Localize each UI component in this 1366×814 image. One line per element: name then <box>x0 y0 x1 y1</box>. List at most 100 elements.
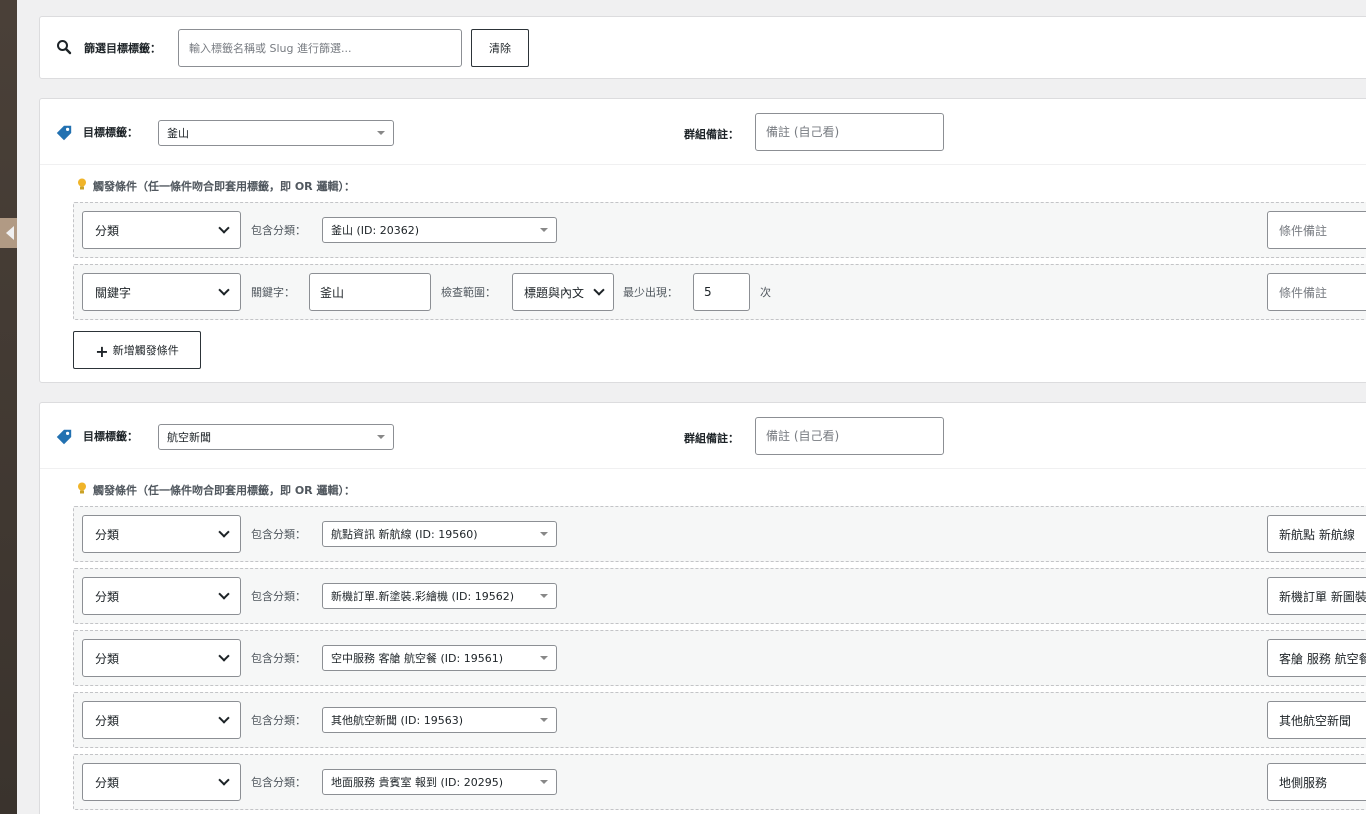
condition-note-input[interactable]: 條件備註 <box>1267 211 1366 249</box>
group-note-label: 群組備註： <box>684 128 739 141</box>
dropdown-arrow-icon <box>377 435 385 439</box>
condition-type-select[interactable]: 分類 <box>82 701 241 739</box>
condition-note-input[interactable]: 其他航空新聞 <box>1267 701 1366 739</box>
category-value: 其他航空新聞 (ID: 19563) <box>331 714 463 727</box>
condition-type-value: 分類 <box>95 223 120 238</box>
category-select[interactable]: 釜山 (ID: 20362) <box>322 217 557 243</box>
min-occurrence-input[interactable]: 5 <box>693 273 750 311</box>
category-select[interactable]: 其他航空新聞 (ID: 19563) <box>322 707 557 733</box>
include-category-label: 包含分類： <box>251 224 306 237</box>
condition-row: 分類 包含分類： 其他航空新聞 (ID: 19563) 其他航空新聞 <box>73 692 1366 748</box>
search-icon <box>57 40 72 55</box>
condition-type-select[interactable]: 分類 <box>82 515 241 553</box>
condition-note-input[interactable]: 新機訂單 新圖裝 <box>1267 577 1366 615</box>
target-tag-select[interactable]: 航空新聞 <box>158 424 394 450</box>
condition-type-value: 分類 <box>95 713 120 728</box>
condition-row: 分類 包含分類： 航點資訊 新航線 (ID: 19560) 新航點 新航線 <box>73 506 1366 562</box>
rule-group: 目標標籤： 釜山 群組備註： 觸發條件（任一條件吻合即套用標籤，即 OR 邏輯）… <box>39 98 1366 383</box>
target-tag-value: 航空新聞 <box>167 431 211 444</box>
scope-select[interactable]: 標題與內文 <box>512 273 614 311</box>
condition-row: 分類 包含分類： 釜山 (ID: 20362) 條件備註 <box>73 202 1366 258</box>
target-tag-label: 目標標籤： <box>83 126 138 139</box>
group-note-input[interactable] <box>755 417 944 455</box>
plus-icon: + <box>95 342 109 361</box>
include-category-label: 包含分類： <box>251 652 306 665</box>
chevron-down-icon <box>218 222 230 234</box>
target-tag-value: 釜山 <box>167 127 189 140</box>
category-value: 航點資訊 新航線 (ID: 19560) <box>331 528 478 541</box>
condition-type-value: 分類 <box>95 651 120 666</box>
condition-note-input[interactable]: 條件備註 <box>1267 273 1366 311</box>
condition-type-value: 分類 <box>95 775 120 790</box>
divider <box>40 164 1366 165</box>
times-label: 次 <box>760 286 771 299</box>
chevron-down-icon <box>218 526 230 538</box>
category-value: 新機訂單.新塗裝.彩繪機 (ID: 19562) <box>331 590 514 603</box>
scope-value: 標題與內文 <box>524 285 585 300</box>
category-value: 空中服務 客艙 航空餐 (ID: 19561) <box>331 652 503 665</box>
condition-type-select[interactable]: 分類 <box>82 639 241 677</box>
condition-type-select[interactable]: 分類 <box>82 211 241 249</box>
divider <box>40 468 1366 469</box>
condition-type-value: 關鍵字 <box>95 285 132 300</box>
dropdown-arrow-icon <box>540 594 548 598</box>
chevron-down-icon <box>593 284 605 296</box>
condition-note-input[interactable]: 客艙 服務 航空餐 <box>1267 639 1366 677</box>
chevron-down-icon <box>218 650 230 662</box>
dropdown-arrow-icon <box>540 228 548 232</box>
scope-label: 檢查範圍： <box>441 286 496 299</box>
clear-button[interactable]: 清除 <box>471 29 529 67</box>
filter-panel: 篩選目標標籤： 清除 <box>39 16 1366 79</box>
group-note-input[interactable] <box>755 113 944 151</box>
category-value: 地面服務 貴賓室 報到 (ID: 20295) <box>331 776 503 789</box>
condition-note-input[interactable]: 地側服務 <box>1267 763 1366 801</box>
add-condition-button[interactable]: + 新增觸發條件 <box>73 331 201 369</box>
chevron-down-icon <box>218 712 230 724</box>
condition-row: 分類 包含分類： 地面服務 貴賓室 報到 (ID: 20295) 地側服務 <box>73 754 1366 810</box>
include-category-label: 包含分類： <box>251 776 306 789</box>
dropdown-arrow-icon <box>540 780 548 784</box>
dropdown-arrow-icon <box>377 131 385 135</box>
tag-filter-input[interactable] <box>178 29 462 67</box>
tag-icon <box>56 429 72 445</box>
condition-row: 分類 包含分類： 空中服務 客艙 航空餐 (ID: 19561) 客艙 服務 航… <box>73 630 1366 686</box>
lightbulb-icon <box>78 178 86 190</box>
category-select[interactable]: 新機訂單.新塗裝.彩繪機 (ID: 19562) <box>322 583 557 609</box>
category-select[interactable]: 空中服務 客艙 航空餐 (ID: 19561) <box>322 645 557 671</box>
condition-type-select[interactable]: 分類 <box>82 763 241 801</box>
group-note-label: 群組備註： <box>684 432 739 445</box>
tag-icon <box>56 125 72 141</box>
sidebar-collapse-indicator <box>0 218 17 248</box>
admin-sidebar <box>0 0 17 814</box>
condition-type-value: 分類 <box>95 527 120 542</box>
category-select[interactable]: 地面服務 貴賓室 報到 (ID: 20295) <box>322 769 557 795</box>
condition-note-input[interactable]: 新航點 新航線 <box>1267 515 1366 553</box>
trigger-heading: 觸發條件（任一條件吻合即套用標籤，即 OR 邏輯）： <box>93 484 355 497</box>
lightbulb-icon <box>78 482 86 494</box>
include-category-label: 包含分類： <box>251 528 306 541</box>
filter-label: 篩選目標標籤： <box>84 42 161 55</box>
include-category-label: 包含分類： <box>251 590 306 603</box>
category-value: 釜山 (ID: 20362) <box>331 224 419 237</box>
rule-group: 目標標籤： 航空新聞 群組備註： 觸發條件（任一條件吻合即套用標籤，即 OR 邏… <box>39 402 1366 814</box>
condition-row: 關鍵字 關鍵字： 釜山 檢查範圍： 標題與內文 最少出現： 5 次 條件備註 <box>73 264 1366 320</box>
target-tag-select[interactable]: 釜山 <box>158 120 394 146</box>
dropdown-arrow-icon <box>540 718 548 722</box>
condition-type-select[interactable]: 分類 <box>82 577 241 615</box>
add-condition-label: 新增觸發條件 <box>112 344 179 357</box>
dropdown-arrow-icon <box>540 656 548 660</box>
condition-type-value: 分類 <box>95 589 120 604</box>
target-tag-label: 目標標籤： <box>83 430 138 443</box>
dropdown-arrow-icon <box>540 532 548 536</box>
trigger-heading: 觸發條件（任一條件吻合即套用標籤，即 OR 邏輯）： <box>93 180 355 193</box>
include-category-label: 包含分類： <box>251 714 306 727</box>
category-select[interactable]: 航點資訊 新航線 (ID: 19560) <box>322 521 557 547</box>
keyword-label: 關鍵字： <box>251 286 295 299</box>
chevron-down-icon <box>218 588 230 600</box>
condition-row: 分類 包含分類： 新機訂單.新塗裝.彩繪機 (ID: 19562) 新機訂單 新… <box>73 568 1366 624</box>
condition-type-select[interactable]: 關鍵字 <box>82 273 241 311</box>
chevron-down-icon <box>218 284 230 296</box>
min-occurrence-label: 最少出現： <box>623 286 678 299</box>
chevron-down-icon <box>218 774 230 786</box>
keyword-input[interactable]: 釜山 <box>309 273 431 311</box>
